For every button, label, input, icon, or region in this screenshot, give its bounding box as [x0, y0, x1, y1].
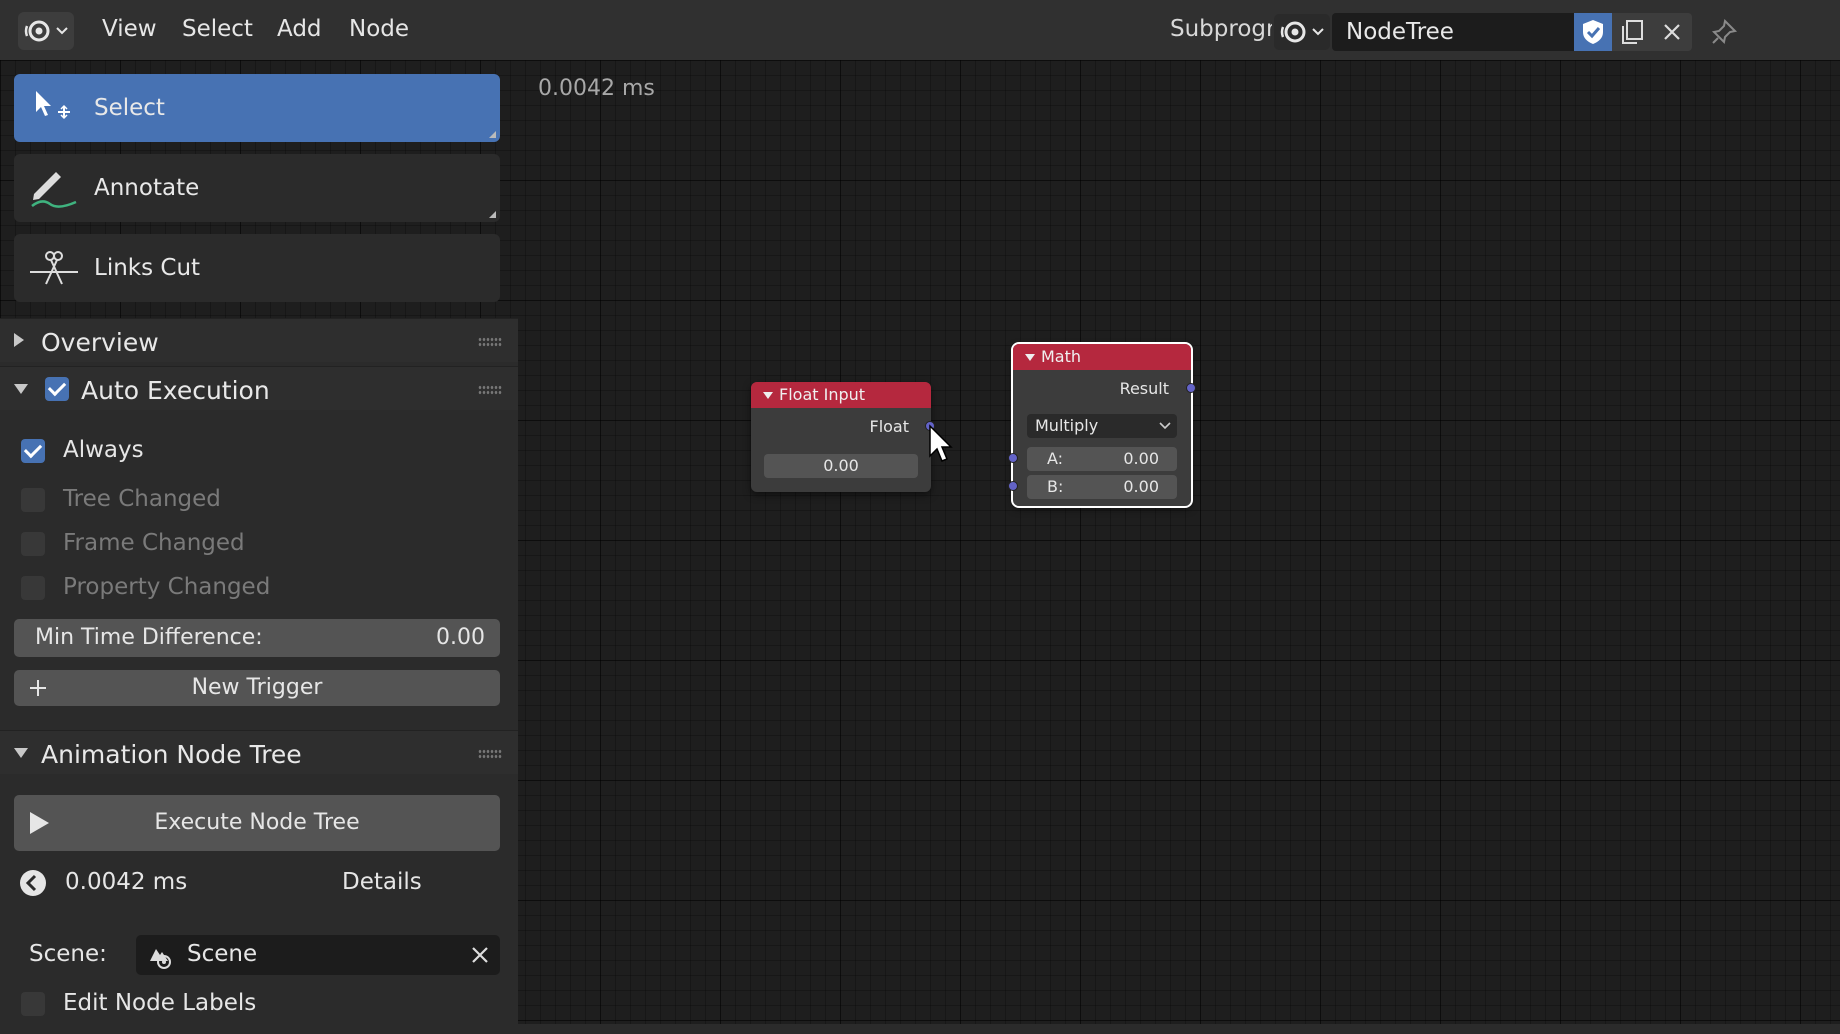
- pin-button[interactable]: [1704, 13, 1744, 51]
- float-input-node[interactable]: Float Input Float 0.00: [751, 382, 931, 492]
- close-icon: [1664, 24, 1680, 40]
- chevron-down-icon: [1311, 28, 1324, 36]
- links-cut-icon: [30, 251, 78, 285]
- auto-execution-checkbox[interactable]: [45, 377, 69, 401]
- details-button[interactable]: Details: [342, 869, 422, 895]
- node-tree-name-field[interactable]: NodeTree: [1332, 13, 1574, 51]
- execution-time-value: 0.0042 ms: [65, 869, 188, 895]
- input-a-label: A:: [1047, 449, 1064, 468]
- input-b-socket[interactable]: [1008, 481, 1018, 491]
- menu-view[interactable]: View: [102, 16, 157, 42]
- input-b-value: 0.00: [1123, 477, 1159, 496]
- chevron-down-icon: [1159, 422, 1171, 430]
- node-header[interactable]: Math: [1013, 344, 1191, 370]
- input-a-socket[interactable]: [1008, 453, 1018, 463]
- expand-triangle-icon: [14, 333, 24, 347]
- node-editor-icon: [24, 20, 49, 42]
- tool-select[interactable]: Select: [14, 74, 500, 142]
- tool-links-cut-label: Links Cut: [94, 255, 201, 281]
- timer-icon: [20, 870, 46, 896]
- input-a-value: 0.00: [1123, 449, 1159, 468]
- float-value-field[interactable]: 0.00: [764, 454, 918, 478]
- result-output-label: Result: [1119, 379, 1169, 398]
- drag-grip-icon[interactable]: [478, 749, 502, 759]
- panel-overview-header[interactable]: Overview: [0, 318, 518, 362]
- operation-value: Multiply: [1035, 416, 1099, 435]
- shield-check-icon: [1583, 20, 1603, 44]
- duplicate-button[interactable]: [1612, 13, 1652, 51]
- tool-links-cut[interactable]: Links Cut: [14, 234, 500, 302]
- always-checkbox[interactable]: [21, 439, 45, 463]
- menu-select[interactable]: Select: [182, 16, 253, 42]
- collapse-triangle-icon[interactable]: [763, 392, 773, 399]
- pin-icon: [1711, 18, 1738, 45]
- editor-type-button[interactable]: [18, 12, 74, 50]
- collapse-triangle-icon: [14, 748, 28, 758]
- node-tree-type-icon: [1280, 21, 1305, 43]
- node-editor-window: 0.0042 ms View Select Add Node Subprogra: [0, 0, 1840, 1034]
- select-cursor-icon: [36, 91, 70, 120]
- menu-node[interactable]: Node: [349, 16, 409, 42]
- panel-overview-label: Overview: [41, 328, 159, 357]
- property-changed-label: Property Changed: [63, 574, 271, 600]
- float-value: 0.00: [823, 456, 859, 475]
- subprogram-label[interactable]: Subprogra: [1170, 16, 1272, 42]
- panel-animation-node-tree-header[interactable]: Animation Node Tree: [0, 730, 518, 774]
- always-label: Always: [63, 437, 144, 463]
- collapse-triangle-icon[interactable]: [1025, 354, 1035, 361]
- tree-changed-label: Tree Changed: [63, 486, 221, 512]
- frame-changed-label: Frame Changed: [63, 530, 245, 556]
- math-node[interactable]: Math Result Multiply A: 0.00 B: 0.00: [1011, 342, 1193, 508]
- scene-label: Scene:: [29, 941, 107, 967]
- new-trigger-button[interactable]: New Trigger: [14, 670, 500, 706]
- result-output-socket[interactable]: [1186, 383, 1196, 393]
- execute-node-tree-label: Execute Node Tree: [154, 810, 360, 835]
- tool-select-label: Select: [94, 95, 165, 121]
- execution-time-overlay: 0.0042 ms: [538, 76, 655, 101]
- close-icon[interactable]: [470, 945, 490, 965]
- annotate-pen-icon: [31, 172, 77, 208]
- mouse-cursor-icon: [929, 424, 953, 462]
- drag-grip-icon[interactable]: [478, 337, 502, 347]
- editor-header: View Select Add Node Subprogra NodeTree: [0, 0, 1840, 60]
- execute-node-tree-button[interactable]: Execute Node Tree: [14, 795, 500, 851]
- frame-changed-checkbox[interactable]: [21, 532, 45, 556]
- min-time-label: Min Time Difference:: [35, 625, 263, 650]
- edit-node-labels-checkbox[interactable]: [21, 992, 45, 1016]
- new-trigger-label: New Trigger: [191, 675, 323, 700]
- property-changed-checkbox[interactable]: [21, 576, 45, 600]
- drag-grip-icon[interactable]: [478, 385, 502, 395]
- tool-annotate[interactable]: Annotate: [14, 154, 500, 222]
- collapse-triangle-icon: [14, 384, 28, 394]
- node-title: Float Input: [779, 385, 866, 404]
- panel-animation-node-tree-label: Animation Node Tree: [41, 740, 302, 769]
- tool-options-corner: [489, 131, 496, 138]
- unlink-button[interactable]: [1652, 13, 1692, 51]
- chevron-down-icon: [55, 27, 68, 35]
- min-time-difference-field[interactable]: Min Time Difference: 0.00: [14, 619, 500, 657]
- tool-options-corner: [489, 211, 496, 218]
- node-tree-type-button[interactable]: [1274, 14, 1330, 50]
- node-title: Math: [1041, 347, 1082, 366]
- status-bar-edge: [0, 1024, 1840, 1034]
- scene-value: Scene: [187, 941, 258, 967]
- edit-node-labels-label: Edit Node Labels: [63, 990, 257, 1016]
- menu-add[interactable]: Add: [277, 16, 322, 42]
- panel-auto-execution-label: Auto Execution: [81, 376, 270, 405]
- fake-user-button[interactable]: [1574, 13, 1612, 51]
- duplicate-icon: [1622, 20, 1643, 44]
- node-header[interactable]: Float Input: [751, 382, 931, 408]
- float-output-label: Float: [869, 417, 909, 436]
- tool-annotate-label: Annotate: [94, 175, 200, 201]
- operation-dropdown[interactable]: Multiply: [1027, 414, 1177, 438]
- tree-changed-checkbox[interactable]: [21, 488, 45, 512]
- panel-auto-execution-header[interactable]: Auto Execution: [0, 366, 518, 410]
- input-b-field[interactable]: B: 0.00: [1027, 475, 1177, 499]
- scene-field[interactable]: Scene: [136, 935, 500, 975]
- min-time-value: 0.00: [436, 625, 485, 650]
- input-a-field[interactable]: A: 0.00: [1027, 447, 1177, 471]
- scene-icon: [150, 949, 171, 969]
- input-b-label: B:: [1047, 477, 1064, 496]
